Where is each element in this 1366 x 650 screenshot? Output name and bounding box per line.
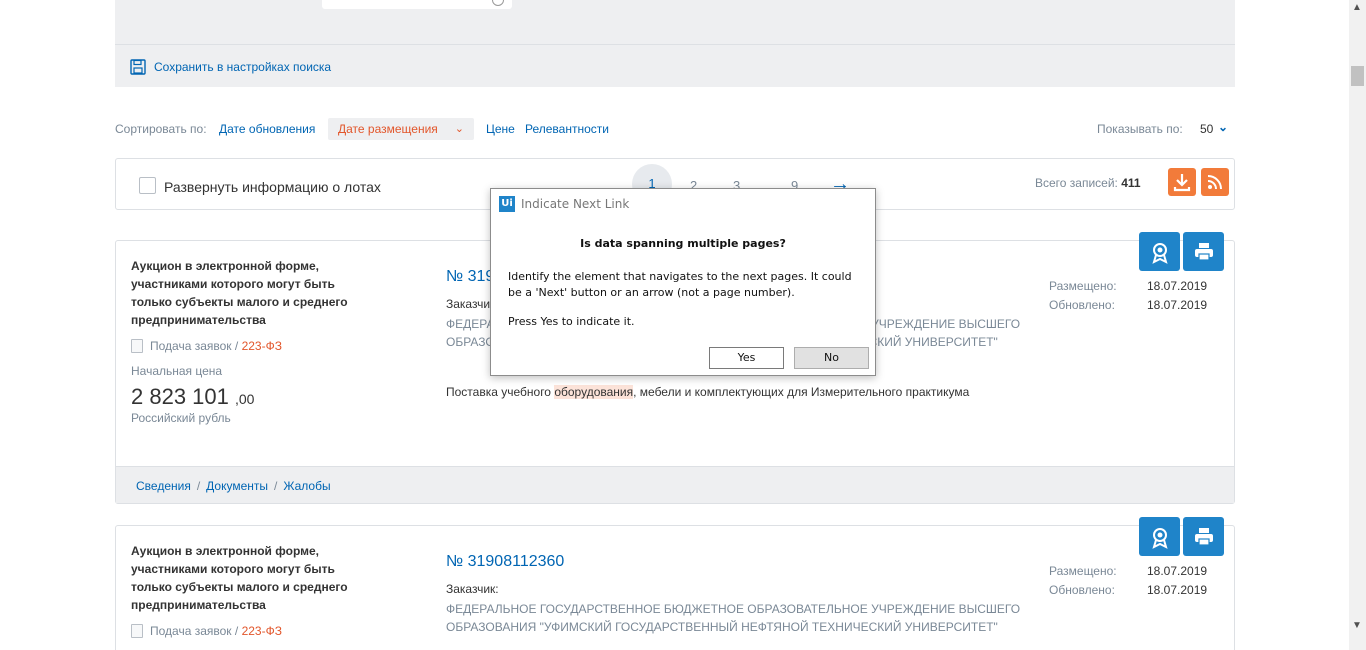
dialog-heading: Is data spanning multiple pages? <box>580 237 786 250</box>
dialog-message: Identify the element that navigates to t… <box>508 270 852 299</box>
customer-name-link[interactable]: ФЕДЕРАЛЬНОЕ ГОСУДАРСТВЕННОЕ БЮДЖЕТНОЕ ОБ… <box>446 600 1026 636</box>
chevron-down-icon[interactable]: ⌄ <box>1218 120 1228 134</box>
subject-text: Поставка учебного <box>446 385 555 399</box>
documents-link[interactable]: Документы <box>206 479 268 493</box>
price-dec: ,00 <box>235 391 255 407</box>
indicate-next-link-dialog: Ui Indicate Next Link Is data spanning m… <box>490 188 876 376</box>
award-button[interactable] <box>1139 232 1180 271</box>
price-value: 2 823 101 ,00 <box>131 384 254 410</box>
no-button[interactable]: No <box>794 347 869 369</box>
page-size-value[interactable]: 50 <box>1200 122 1213 136</box>
dialog-title-bar: Ui Indicate Next Link <box>499 196 629 212</box>
law-label: 223-ФЗ <box>241 339 282 353</box>
scrollbar-thumb[interactable] <box>1351 66 1364 86</box>
subject-highlight: оборудования <box>554 385 634 399</box>
stage-label: Подача заявок <box>150 339 232 353</box>
dialog-instruction: Press Yes to indicate it. <box>508 315 635 328</box>
rss-button[interactable] <box>1201 168 1229 196</box>
sort-row: Сортировать по: Дате обновления Дате раз… <box>115 118 1235 140</box>
sort-option-updated[interactable]: Дате обновления <box>219 122 315 136</box>
subject-text: , мебели и комплектующих для Измерительн… <box>633 385 970 399</box>
award-icon <box>1151 527 1168 549</box>
floppy-disk-icon <box>130 59 146 75</box>
record-links: Сведения / Документы / Жалобы <box>116 466 1234 503</box>
currency: Российский рубль <box>131 411 231 425</box>
rss-icon <box>1207 175 1222 190</box>
expand-lots-checkbox[interactable] <box>139 177 156 194</box>
total-value: 411 <box>1121 176 1141 190</box>
details-link[interactable]: Сведения <box>136 479 191 493</box>
record-number-link[interactable]: № 31908112360 <box>446 553 564 571</box>
scroll-up-icon[interactable]: ▲ <box>1352 2 1362 13</box>
procurement-stage: Подача заявок / 223-ФЗ <box>131 624 282 638</box>
updated-date: 18.07.2019 <box>1147 583 1208 597</box>
save-search-link[interactable]: Сохранить в настройках поиска <box>130 59 331 75</box>
updated-label: Обновлено: <box>1049 583 1115 597</box>
print-button[interactable] <box>1183 517 1224 556</box>
download-button[interactable] <box>1168 168 1196 196</box>
total-label: Всего записей: <box>1035 176 1118 190</box>
posted-label: Размещено: <box>1049 279 1117 293</box>
updated-date: 18.07.2019 <box>1147 298 1208 312</box>
expand-lots-label[interactable]: Развернуть информацию о лотах <box>164 179 381 195</box>
stage-label: Подача заявок <box>150 624 232 638</box>
procurement-stage: Подача заявок / 223-ФЗ <box>131 339 282 353</box>
record-card: Аукцион в электронной форме, участниками… <box>115 517 1235 650</box>
search-date-field[interactable] <box>322 0 512 9</box>
sort-option-posted[interactable]: Дате размещения ⌄ <box>328 118 474 140</box>
sort-option-price[interactable]: Цене <box>486 122 515 136</box>
price-label: Начальная цена <box>131 364 223 378</box>
customer-label: Заказчик: <box>446 582 499 596</box>
award-button[interactable] <box>1139 517 1180 556</box>
complaints-link[interactable]: Жалобы <box>283 479 330 493</box>
page-scrollbar[interactable]: ▲ ▼ <box>1349 0 1366 650</box>
download-icon <box>1173 174 1191 192</box>
record-dates: Размещено: 18.07.2019 Обновлено: 18.07.201… <box>1049 277 1207 315</box>
sort-active-label: Дате размещения <box>338 122 438 136</box>
sort-option-relevance[interactable]: Релевантности <box>525 122 609 136</box>
procurement-type: Аукцион в электронной форме, участниками… <box>131 259 348 327</box>
chevron-down-icon: ⌄ <box>454 123 464 135</box>
total-records: Всего записей: 411 <box>1035 176 1141 190</box>
dialog-title: Indicate Next Link <box>521 197 630 211</box>
record-dates: Размещено: 18.07.2019 Обновлено: 18.07.201… <box>1049 562 1207 600</box>
posted-date: 18.07.2019 <box>1147 564 1208 578</box>
print-icon <box>1194 527 1213 546</box>
procurement-type: Аукцион в электронной форме, участниками… <box>131 544 348 612</box>
procurement-subject: Поставка учебного оборудования, мебели и… <box>446 385 969 399</box>
award-icon <box>1151 242 1168 264</box>
posted-date: 18.07.2019 <box>1147 279 1208 293</box>
clear-icon[interactable] <box>492 0 504 6</box>
updated-label: Обновлено: <box>1049 298 1115 312</box>
save-search-label: Сохранить в настройках поиска <box>154 60 332 74</box>
page-size-label: Показывать по: <box>1097 122 1183 136</box>
document-icon <box>131 339 143 353</box>
save-search-row: Сохранить в настройках поиска <box>115 44 1235 87</box>
separator: / <box>196 479 201 493</box>
law-label: 223-ФЗ <box>241 624 282 638</box>
scroll-down-icon[interactable]: ▼ <box>1352 620 1362 631</box>
uipath-logo-icon: Ui <box>499 196 515 212</box>
print-button[interactable] <box>1183 232 1224 271</box>
price-int: 2 823 101 <box>131 384 229 409</box>
document-icon <box>131 624 143 638</box>
posted-label: Размещено: <box>1049 564 1117 578</box>
separator: / <box>274 479 278 493</box>
search-panel: Сохранить в настройках поиска <box>115 0 1235 87</box>
sort-label: Сортировать по: <box>115 122 207 136</box>
print-icon <box>1194 242 1213 261</box>
yes-button[interactable]: Yes <box>709 347 784 369</box>
